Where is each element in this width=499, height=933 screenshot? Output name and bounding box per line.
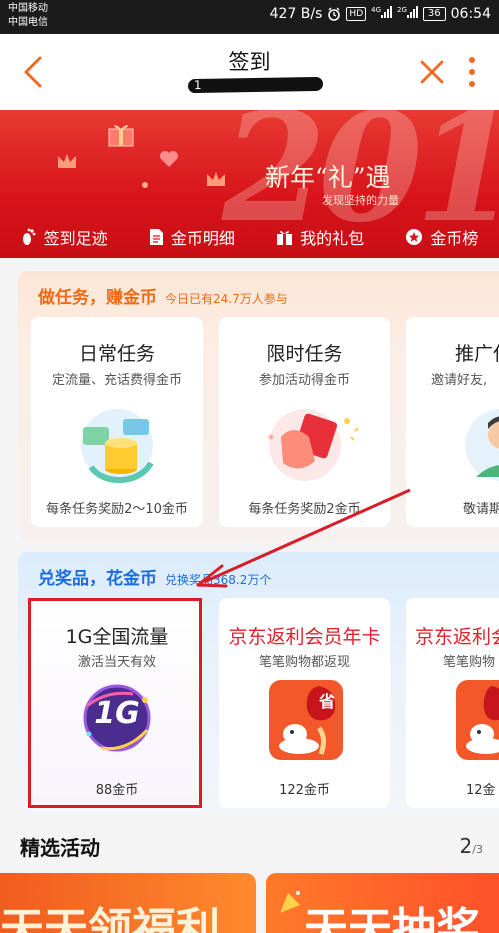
pager-current: 2 — [459, 834, 473, 858]
card-desc: 邀请好友, — [431, 373, 488, 388]
task-section: 做任务，赚金币 今日已有24.7万人参与 日常任务 定流量、充话费得金币 每条任… — [18, 271, 499, 541]
nav-bar: 签到 1 — [0, 34, 499, 110]
menu-coin-ranking[interactable]: 金币榜 — [405, 225, 478, 249]
prize-card-jd-membership[interactable]: 京东返利会员年卡 笔笔购物都返现 省 122金币 — [219, 598, 390, 808]
close-icon[interactable] — [418, 58, 446, 86]
coins-ticket-illustration-icon — [81, 409, 154, 483]
menu-label: 签到足迹 — [43, 229, 108, 248]
featured-card-1[interactable]: 天天领福利 — [0, 873, 256, 933]
card-desc: 参加活动得金币 — [258, 373, 350, 388]
daily-task-card[interactable]: 日常任务 定流量、充话费得金币 每条任务奖励2～10金币 — [31, 317, 203, 527]
prize-price: 122金币 — [279, 783, 330, 798]
carrier-1: 中国移动 — [8, 3, 48, 14]
phone-masked-text: 1 — [193, 77, 202, 93]
card-title: 限时任务 — [266, 343, 343, 365]
banner-menu: 签到足迹 金币明细 我的礼包 金币榜 — [0, 216, 499, 258]
banner-title: 新年“礼”遇 — [265, 163, 391, 192]
menu-sign-history[interactable]: 签到足迹 — [21, 225, 108, 249]
gift-box-deco-icon — [108, 125, 134, 147]
prize-section-header: 兑奖品，花金币 兑换奖品368.2万个 — [38, 564, 271, 589]
net-label-1: 4G — [371, 6, 382, 14]
prize-desc: 笔笔购物都返现 — [258, 655, 350, 670]
footprint-icon — [22, 228, 36, 245]
new-year-banner: 2019 新年“礼”遇 发现坚持的力量 签到足迹 金币明细 我的礼包 金币榜 — [0, 110, 499, 258]
star-deco-icon — [142, 182, 148, 188]
task-section-header: 做任务，赚金币 今日已有24.7万人参与 — [38, 283, 288, 308]
prize-title: 京东返利会员年卡 — [228, 626, 381, 648]
card-reward: 敬请期 — [463, 502, 499, 517]
person-avatar-illustration-icon — [465, 409, 499, 481]
signal-2: 2G — [397, 6, 418, 22]
card-desc: 定流量、充话费得金币 — [51, 373, 182, 388]
star-badge-icon — [406, 229, 423, 245]
featured-card-2[interactable]: 天天抽奖 — [266, 873, 499, 933]
phone-number-redacted: 1 — [187, 76, 324, 94]
card-title: 推广任 — [455, 343, 499, 365]
prize-badge-text: 省 — [319, 692, 336, 711]
signal-1: 4G — [371, 6, 393, 22]
confetti-icon — [280, 891, 300, 913]
prize-price: 88金币 — [95, 783, 139, 798]
banner-subtitle: 发现坚持的力量 — [322, 194, 399, 207]
prize-title: 京东返利会 — [415, 626, 499, 648]
heart-deco-icon — [160, 151, 178, 167]
carrier-info: 中国移动 中国电信 — [8, 2, 48, 30]
menu-coin-detail[interactable]: 金币明细 — [149, 225, 235, 249]
document-icon — [149, 229, 163, 245]
prize-section-title: 兑奖品，花金币 — [38, 569, 157, 589]
gift-icon — [277, 231, 293, 245]
carrier-2: 中国电信 — [8, 17, 48, 28]
battery-icon: 36 — [422, 7, 446, 21]
featured-pager: 2/3 — [460, 834, 483, 858]
pager-total: /3 — [472, 843, 483, 856]
crown-deco-icon — [207, 172, 225, 186]
menu-label: 我的礼包 — [300, 229, 365, 248]
signal-bars-icon — [406, 6, 418, 18]
card-reward: 每条任务奖励2～10金币 — [46, 502, 188, 517]
prize-card-jd-membership-2[interactable]: 京东返利会 笔笔购物 12金 — [406, 598, 499, 808]
network-speed: 427 B/s — [269, 6, 323, 22]
menu-label: 金币明细 — [170, 229, 235, 248]
prize-title: 1G全国流量 — [65, 626, 169, 648]
crown-deco-icon — [58, 154, 76, 168]
task-section-title: 做任务，赚金币 — [38, 288, 157, 308]
hand-envelope-illustration-icon — [268, 409, 359, 481]
menu-label: 金币榜 — [430, 229, 479, 248]
menu-my-gifts[interactable]: 我的礼包 — [276, 225, 364, 249]
alarm-icon — [328, 7, 341, 21]
card-title: 日常任务 — [78, 343, 155, 365]
prizes-redeemed: 兑换奖品368.2万个 — [165, 573, 272, 587]
signal-bars-icon — [381, 6, 393, 18]
status-bar: 中国移动 中国电信 427 B/s HD 4G 2G 36 06:54 — [0, 0, 499, 34]
net-label-2: 2G — [397, 6, 407, 14]
promo-task-card[interactable]: 推广任 邀请好友, 敬请期 — [406, 317, 499, 527]
featured-card-text: 天天领福利 — [0, 904, 220, 933]
more-vertical-icon[interactable] — [462, 52, 482, 92]
prize-badge-text: 1G — [94, 696, 140, 731]
task-participants: 今日已有24.7万人参与 — [165, 292, 288, 306]
featured-card-text: 天天抽奖 — [304, 904, 480, 933]
featured-title: 精选活动 — [20, 836, 100, 860]
limited-task-card[interactable]: 限时任务 参加活动得金币 每条任务奖励2金币 — [219, 317, 390, 527]
prize-price: 12金 — [466, 783, 496, 798]
card-reward: 每条任务奖励2金币 — [248, 502, 361, 517]
prize-desc: 笔笔购物 — [443, 655, 496, 670]
prize-card-1g-data[interactable]: 1G全国流量 激活当天有效 1G 88金币 — [31, 598, 203, 808]
prize-desc: 激活当天有效 — [77, 655, 156, 670]
prize-section: 兑奖品，花金币 兑换奖品368.2万个 1G全国流量 激活当天有效 1G 88金… — [18, 552, 499, 812]
jd-rebate-icon — [456, 680, 499, 760]
clock: 06:54 — [450, 6, 491, 22]
hd-badge: HD — [346, 7, 367, 21]
